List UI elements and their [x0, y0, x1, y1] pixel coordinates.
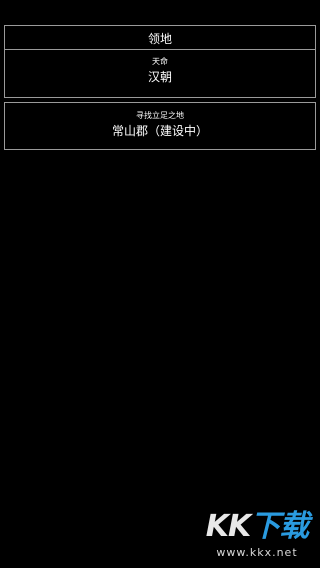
territory-panel: 领地 天命 汉朝 [4, 25, 316, 98]
watermark-title-download: 下载 [250, 509, 309, 544]
mandate-value: 汉朝 [147, 70, 172, 84]
mandate-label: 天命 [152, 57, 168, 66]
quest-panel[interactable]: 寻找立足之地 常山郡（建设中） [4, 102, 316, 150]
mandate-entry[interactable]: 天命 汉朝 [5, 50, 315, 86]
quest-value: 常山郡（建设中） [111, 124, 208, 138]
watermark-title: KK下载 [198, 508, 316, 546]
watermark-url: www.kkx.net [216, 546, 298, 559]
quest-label: 寻找立足之地 [136, 111, 184, 120]
watermark-title-kk: KK [205, 509, 251, 544]
quest-entry[interactable]: 寻找立足之地 常山郡（建设中） [5, 103, 315, 140]
watermark-logo: KK下载 www.kkx.net [198, 508, 316, 564]
territory-header: 领地 [5, 26, 315, 50]
